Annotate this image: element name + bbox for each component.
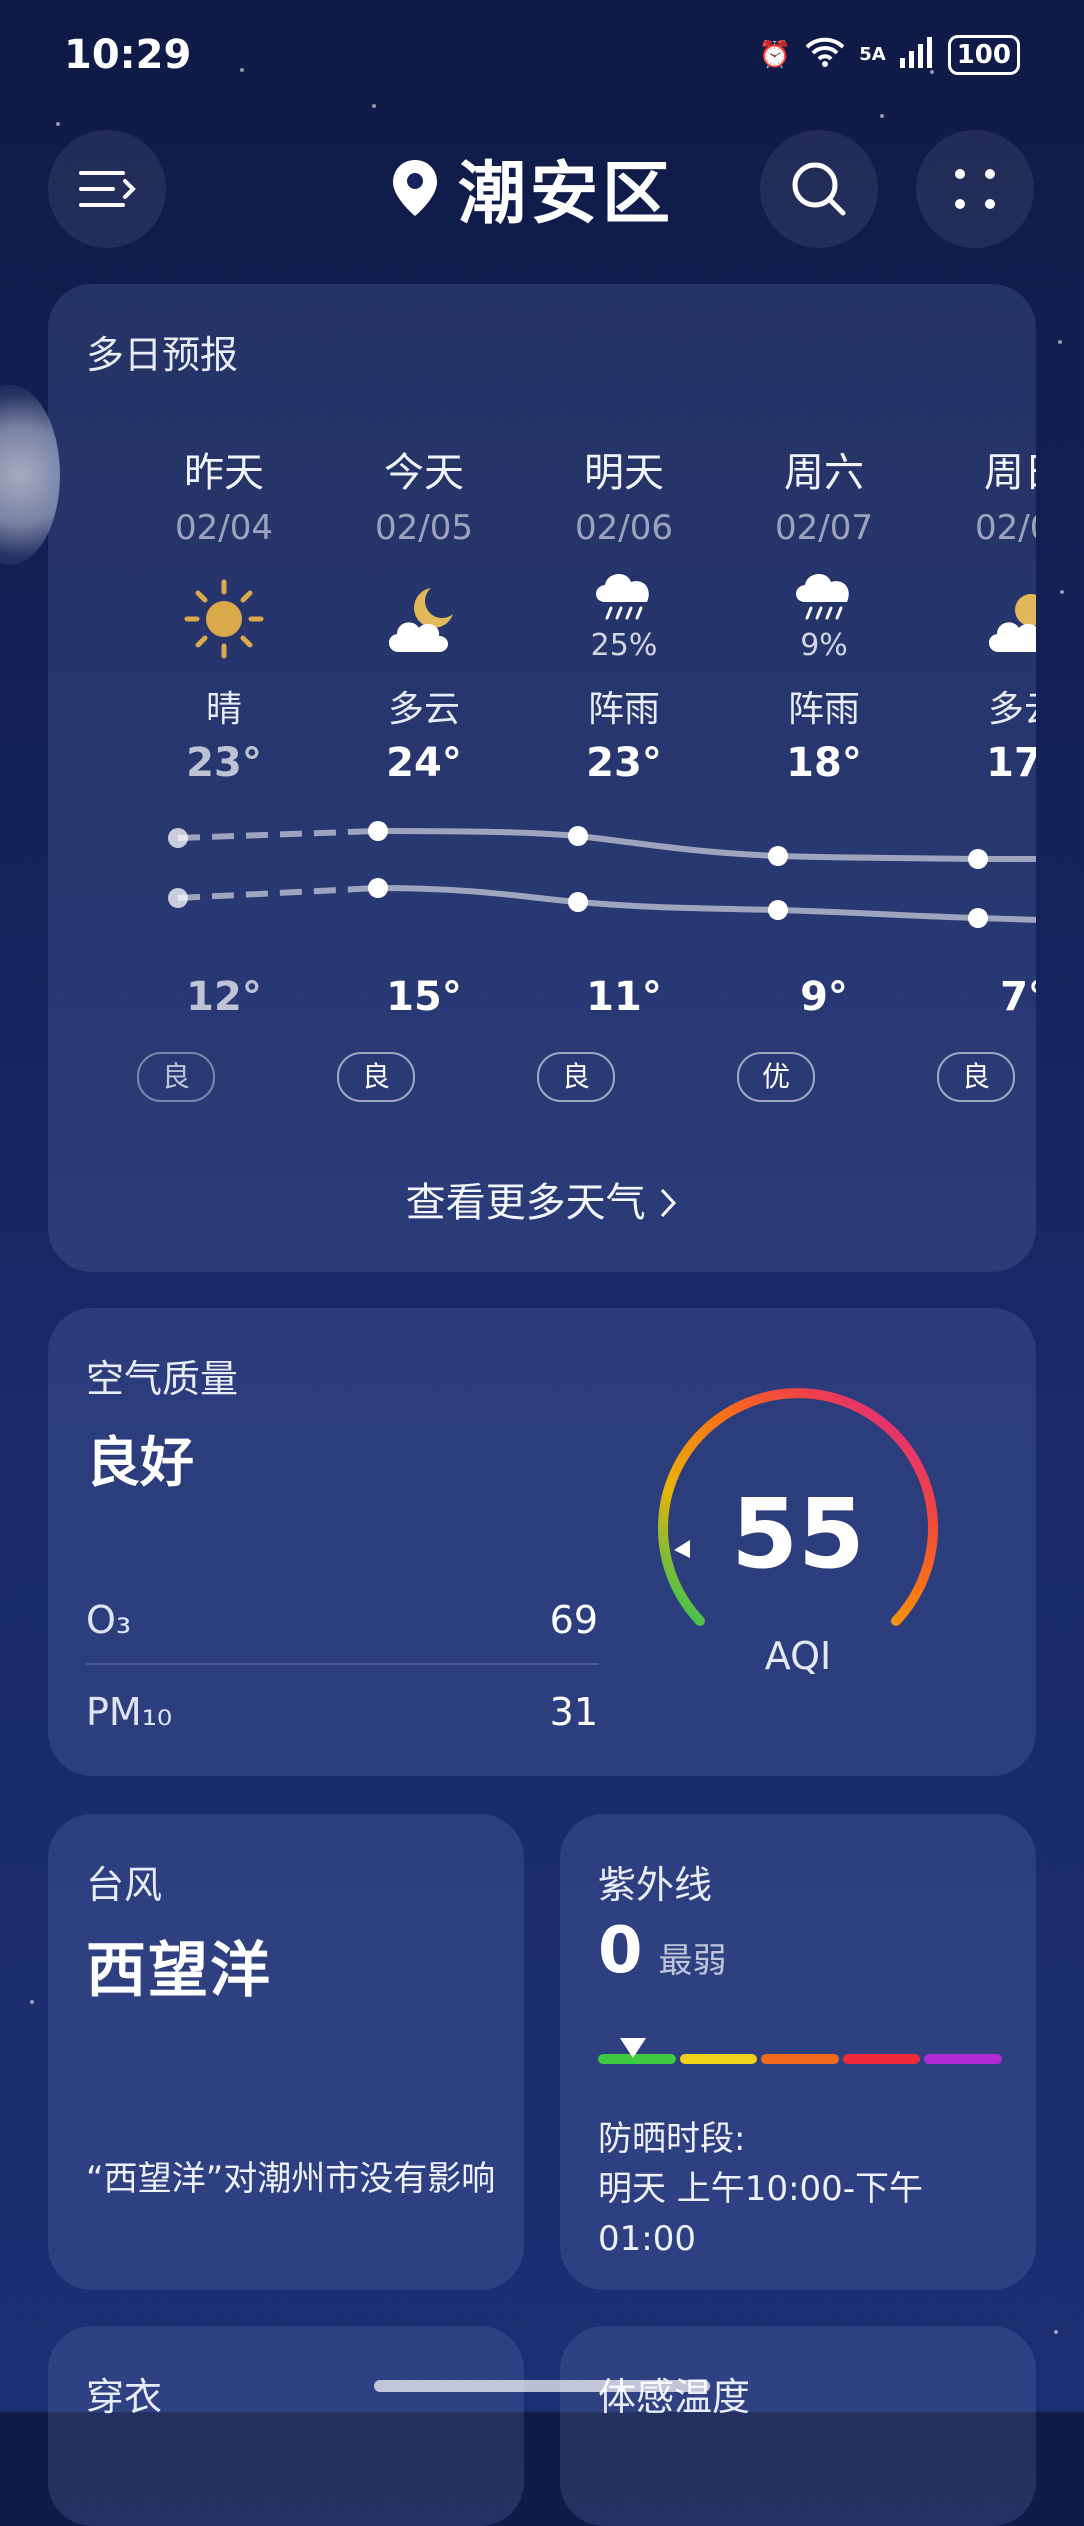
low-temp: 9° [800,974,848,1020]
search-button[interactable] [760,130,878,248]
aqi-badge: 良 [937,1052,1015,1102]
home-indicator[interactable] [374,2380,710,2392]
aqi-value: 55 [731,1478,865,1590]
uv-value: 0 [598,1914,643,1988]
signal-icon [899,36,934,75]
network-type: 5A [859,44,886,65]
clothing-card[interactable]: 穿衣 [48,2326,524,2526]
wifi-icon [805,36,845,75]
feels-like-title: 体感温度 [598,2375,751,2419]
low-temp: 11° [586,974,662,1020]
uv-protect-title: 防晒时段: [598,2119,746,2159]
uv-scale-bar [598,2054,1002,2064]
low-temp: 15° [386,974,462,1020]
typhoon-description: “西望洋”对潮州市没有影响 [86,2159,496,2199]
chevron-right-icon [661,1188,677,1218]
typhoon-card[interactable]: 台风 西望洋 “西望洋”对潮州市没有影响 [48,1814,524,2290]
uv-level: 最弱 [658,1941,727,1981]
clothing-title: 穿衣 [86,2375,163,2419]
air-quality-status: 良好 [86,1431,194,1494]
aqi-label: AQI [764,1634,832,1678]
more-options-button[interactable] [916,130,1034,248]
uv-card[interactable]: 紫外线 0 最弱 防晒时段: 明天 上午10:00-下午01:00 [560,1814,1036,2290]
low-temp: 12° [186,974,262,1020]
uv-indicator-icon [620,2038,646,2058]
temperature-curve [168,821,1036,928]
grid-dots-icon [955,169,995,209]
status-bar: 10:29 ⏰ 5A 100 [64,30,1020,80]
menu-button[interactable] [48,130,166,248]
more-weather-link[interactable]: 查看更多天气 [48,1170,1036,1228]
menu-icon [79,171,136,207]
location-pin-icon [393,159,437,216]
o3-row: O₃ 69 [86,1598,598,1642]
feels-like-card[interactable]: 体感温度 [560,2326,1036,2526]
search-icon [792,162,846,216]
aqi-badge: 良 [137,1052,215,1102]
location-name: 潮安区 [458,155,675,234]
aqi-badge: 优 [737,1052,815,1102]
typhoon-title: 台风 [86,1863,163,1907]
battery-level: 100 [947,35,1020,75]
uv-protect-time: 明天 上午10:00-下午01:00 [598,2169,924,2259]
location-title[interactable]: 潮安区 [390,138,674,237]
forecast-card: 多日预报 昨天 02/04 晴 今天 02/05 多云 明天 02/06 25%… [48,284,1036,1272]
status-time: 10:29 [64,32,192,78]
uv-title: 紫外线 [598,1863,713,1907]
air-quality-card[interactable]: 空气质量 良好 O₃ 69 PM₁₀ 31 55 AQI [48,1308,1036,1776]
pm10-row: PM₁₀ 31 [86,1690,598,1734]
low-temp: 7° [1000,974,1036,1020]
aqi-badge: 良 [337,1052,415,1102]
air-quality-title: 空气质量 [86,1357,239,1401]
typhoon-name: 西望洋 [86,1936,272,2006]
aqi-badge: 良 [537,1052,615,1102]
alarm-icon: ⏰ [758,40,792,70]
